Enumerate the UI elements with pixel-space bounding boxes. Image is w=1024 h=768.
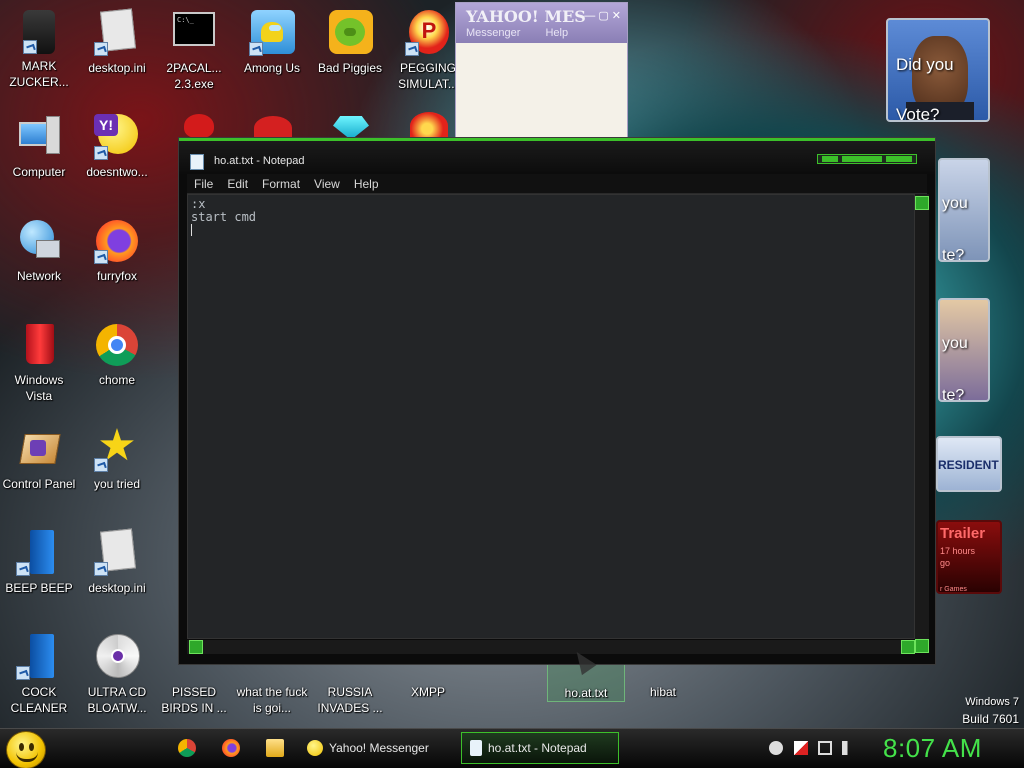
clock[interactable]: 8:07 AM: [883, 733, 982, 764]
desktop-icon-cock-cleaner[interactable]: COCK CLEANER: [0, 634, 78, 716]
vote-text: you te?: [942, 335, 968, 402]
chrome-icon: [94, 322, 140, 368]
vertical-scrollbar[interactable]: [915, 194, 929, 653]
desktop-icon-beep-beep[interactable]: BEEP BEEP: [0, 530, 78, 596]
president-text: RESIDENT: [938, 458, 999, 472]
taskbar-item-label: Yahoo! Messenger: [329, 741, 429, 755]
among-us-icon: [249, 10, 295, 56]
book-icon: [16, 634, 62, 680]
yahoo-messenger-window[interactable]: YAHOO! MES — ▢ ✕ Messenger Help: [455, 2, 628, 142]
yahoo-menu-messenger[interactable]: Messenger: [466, 27, 520, 39]
console-icon: C:\_: [171, 10, 217, 56]
network-icon: [16, 218, 62, 264]
computer-icon: [16, 114, 62, 160]
desktop-icon-desktop-ini[interactable]: desktop.ini: [78, 8, 156, 76]
menu-help[interactable]: Help: [347, 177, 386, 191]
trailer-sub2: go: [940, 558, 951, 568]
yahoo-icon: Y!: [94, 114, 140, 160]
bad-piggies-icon: [327, 10, 373, 56]
scroll-up-button[interactable]: [915, 196, 929, 210]
notepad-window[interactable]: ho.at.txt - Notepad File Edit Format Vie…: [178, 137, 936, 665]
horizontal-scrollbar[interactable]: [187, 640, 915, 654]
desktop-icon-mark-zucker[interactable]: MARK ZUCKER...: [0, 10, 78, 90]
notepad-titlebar[interactable]: ho.at.txt - Notepad: [179, 138, 935, 174]
control-panel-icon: [16, 426, 62, 472]
notepad-text-area[interactable]: :x start cmd: [187, 194, 915, 639]
taskbar-yahoo-messenger[interactable]: Yahoo! Messenger: [299, 732, 457, 764]
windows-version-watermark: Windows 7 Build 7601: [962, 694, 1019, 728]
vote-widget-3[interactable]: you te?: [938, 298, 990, 402]
text-caret: [191, 224, 911, 239]
trailer-sub: 17 hours: [940, 546, 976, 556]
vote-text: you te?: [942, 195, 968, 262]
windows-version-line1: Windows 7: [965, 696, 1019, 708]
text-line: :x: [191, 197, 206, 211]
vote-text: Did you Vote?: [896, 55, 954, 122]
chrome-icon[interactable]: [178, 739, 196, 757]
ini-file-icon: [94, 528, 140, 576]
person-icon: [23, 10, 55, 54]
firefox-icon[interactable]: [222, 739, 240, 757]
window-controls[interactable]: [817, 154, 917, 164]
taskbar-notepad[interactable]: ho.at.txt - Notepad: [461, 732, 619, 764]
taskbar: Yahoo! Messenger ho.at.txt - Notepad 8:0…: [0, 728, 1024, 768]
close-button[interactable]: [886, 156, 912, 162]
yahoo-menu: Messenger Help: [466, 27, 590, 39]
text-line: start cmd: [191, 210, 257, 224]
star-icon: ★: [94, 422, 140, 472]
firefox-icon: [94, 218, 140, 264]
vote-widget-1[interactable]: Did you Vote?: [886, 18, 990, 122]
desktop-icon-network[interactable]: Network: [0, 218, 78, 284]
ini-file-icon: [94, 8, 140, 56]
start-button[interactable]: [6, 731, 46, 768]
menu-format[interactable]: Format: [255, 177, 307, 191]
desktop-icon-bad-piggies[interactable]: Bad Piggies: [311, 10, 389, 76]
menu-file[interactable]: File: [187, 177, 220, 191]
notepad-menubar: File Edit Format View Help: [187, 174, 927, 194]
folder-icon[interactable]: [266, 739, 284, 757]
president-widget[interactable]: RESIDENT: [936, 436, 1002, 492]
network-tray-icon[interactable]: [818, 741, 832, 755]
desktop-icon-ultra-cd[interactable]: ULTRA CD BLOATW...: [78, 634, 156, 716]
desktop-icon-computer[interactable]: Computer: [0, 114, 78, 180]
trailer-widget[interactable]: Trailer 17 hours go r Games: [936, 520, 1002, 594]
maximize-button[interactable]: [842, 156, 882, 162]
desktop-icon-control-panel[interactable]: Control Panel: [0, 426, 78, 492]
notepad-title: ho.at.txt - Notepad: [214, 155, 305, 167]
windows-version-line2: Build 7601: [962, 712, 1019, 726]
scroll-left-button[interactable]: [189, 640, 203, 654]
desktop-icon-among-us[interactable]: Among Us: [233, 10, 311, 76]
scroll-right-button[interactable]: [901, 640, 915, 654]
minimize-button[interactable]: [822, 156, 838, 162]
scroll-down-button[interactable]: [915, 639, 929, 653]
pegging-icon: [410, 112, 448, 140]
notepad-icon: [190, 154, 204, 170]
volume-icon[interactable]: [842, 741, 856, 755]
notepad-icon: [470, 740, 482, 756]
window-controls[interactable]: — ▢ ✕: [584, 9, 621, 22]
trailer-title: Trailer: [940, 525, 986, 542]
action-center-flag-icon[interactable]: [794, 741, 808, 755]
taskbar-item-label: ho.at.txt - Notepad: [488, 741, 587, 755]
yahoo-status-icon[interactable]: [769, 741, 783, 755]
book-icon: [16, 530, 62, 576]
menu-edit[interactable]: Edit: [220, 177, 255, 191]
yahoo-smiley-icon: [307, 740, 323, 756]
yahoo-menu-help[interactable]: Help: [545, 27, 568, 39]
pegging-icon: P: [405, 10, 451, 56]
vote-widget-2[interactable]: you te?: [938, 158, 990, 262]
recycle-bin-icon: [16, 322, 62, 368]
cd-icon: [94, 634, 140, 680]
trailer-foot: r Games: [940, 586, 967, 593]
yahoo-title: YAHOO! MES: [466, 7, 586, 26]
menu-view[interactable]: View: [307, 177, 347, 191]
desktop-icon-windows-vista[interactable]: Windows Vista: [0, 322, 78, 404]
desktop-icon-2pacal[interactable]: C:\_ 2PACAL... 2.3.exe: [155, 10, 233, 92]
